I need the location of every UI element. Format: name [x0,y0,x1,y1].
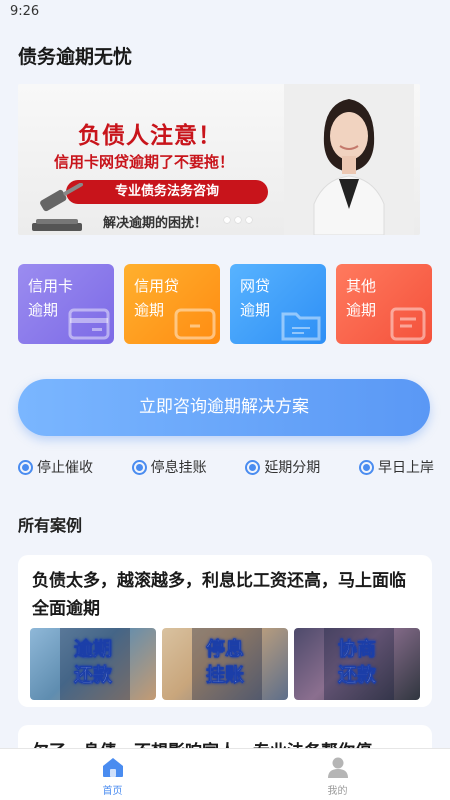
case-card[interactable]: 负债太多，越滚越多，利息比工资还高，马上面临全面逾期 逾期 还款 停息 挂账 协… [18,555,432,707]
pagination-dot [235,217,241,223]
case-image-caption: 停息 挂账 [162,636,288,688]
status-bar: 9:26 [0,0,450,26]
banner-subheading: 信用卡网贷逾期了不要拖！ [54,153,235,171]
document-icon [390,307,426,341]
case-image: 协商 还款 [294,628,420,700]
case-images: 逾期 还款 停息 挂账 协商 还款 [30,628,420,700]
banner-tagline: 解决逾期的困扰！ [103,216,208,231]
feature-label: 早日上岸 [377,460,434,476]
category-grid: 信用卡 逾期 信用贷 逾期 网贷 逾期 其他 逾期 [18,264,432,344]
category-credit-loan[interactable]: 信用贷 逾期 [124,264,220,344]
caption-line2: 挂账 [205,664,245,687]
bottom-tab-bar: 首页 我的 [0,748,450,800]
pagination-dot [224,217,230,223]
person-photo [284,84,414,235]
pagination-dot [246,217,252,223]
consult-button[interactable]: 立即咨询逾期解决方案 [18,379,430,436]
gavel-icon [32,183,83,231]
folder-icon [281,312,321,341]
credit-card-icon [68,308,110,340]
page-title: 债务逾期无忧 [18,46,133,68]
radio-dot-icon [131,459,147,475]
feature-item: 延期分期 [245,457,320,477]
case-image: 逾期 还款 [30,628,156,700]
caption-line1: 停息 [205,638,245,661]
case-image-caption: 逾期 还款 [30,636,156,688]
feature-item: 停息挂账 [131,457,207,477]
caption-line1: 逾期 [73,638,113,661]
feature-item: 早日上岸 [358,457,434,477]
tab-label: 我的 [327,786,348,797]
status-time: 9:26 [10,4,40,19]
tab-home[interactable]: 首页 [0,749,225,800]
category-label-line1: 信用贷 [134,277,180,295]
section-title: 所有案例 [18,516,83,535]
home-icon [102,758,123,777]
caption-line2: 还款 [337,664,377,687]
banner-pagination [224,217,252,223]
category-label-line1: 网贷 [240,277,271,295]
feature-item: 停止催收 [18,457,93,477]
category-label-line1: 信用卡 [28,277,74,295]
category-other[interactable]: 其他 逾期 [336,264,432,344]
radio-dot-icon [18,459,33,475]
tab-profile[interactable]: 我的 [225,749,450,800]
case-image-caption: 协商 还款 [294,636,420,688]
caption-line2: 还款 [73,664,113,687]
category-label-line1: 其他 [346,277,377,295]
category-online-loan[interactable]: 网贷 逾期 [230,264,326,344]
banner-heading: 负债人注意！ [78,123,222,149]
caption-line1: 协商 [337,638,377,661]
category-credit-card[interactable]: 信用卡 逾期 [18,264,114,344]
user-icon [327,757,348,778]
banner-pill: 专业债务法务咨询 [66,180,268,204]
radio-dot-icon [245,459,261,475]
tab-label: 首页 [102,786,123,797]
feature-label: 延期分期 [264,460,321,476]
case-title: 负债太多，越滚越多，利息比工资还高，马上面临全面逾期 [32,571,406,619]
feature-label: 停息挂账 [150,460,207,476]
wallet-icon [174,308,216,340]
feature-list: 停止催收 停息挂账 延期分期 早日上岸 [18,457,434,477]
radio-dot-icon [358,459,374,475]
promo-banner[interactable]: 负债人注意！ 信用卡网贷逾期了不要拖！ 专业债务法务咨询 解决逾期的困扰！ [18,84,420,235]
feature-label: 停止催收 [37,460,93,476]
case-image: 停息 挂账 [162,628,288,700]
